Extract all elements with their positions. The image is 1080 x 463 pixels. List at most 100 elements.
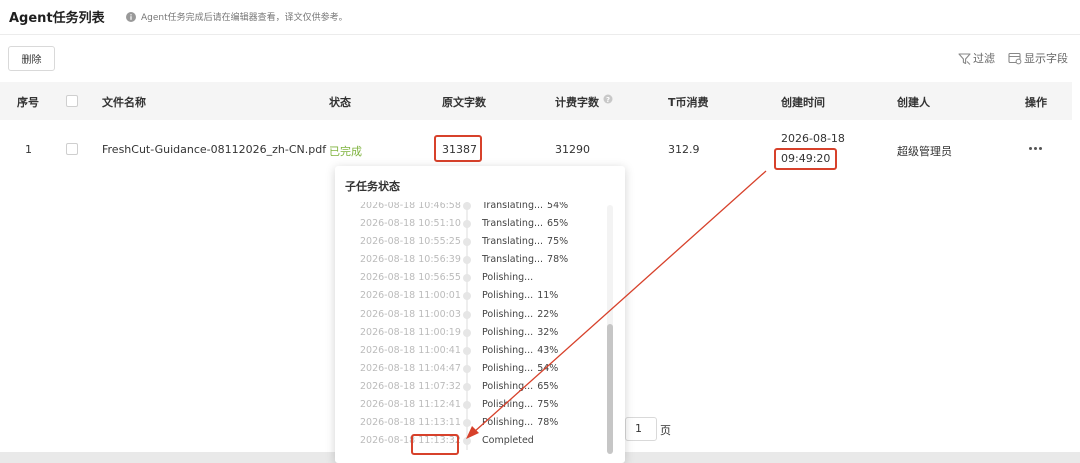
log-entry: 2026-08-18 11:04:47 Polishing... 54% [335,359,610,378]
log-status: Polishing... 78% [482,417,558,428]
header-note-text: Agent任务完成后请在编辑器查看，译文仅供参考。 [141,13,348,23]
log-status-label: Polishing... [482,417,534,429]
more-actions-icon[interactable] [1029,147,1042,150]
log-status-label: Translating... [482,254,544,266]
log-percent: 78% [547,254,569,266]
row-creator: 超级管理员 [897,145,952,158]
log-status-label: Polishing... [482,362,534,374]
log-status: Polishing... [482,272,537,283]
log-status: Completed [482,435,538,446]
log-status: Polishing... 11% [482,290,558,301]
log-time: 2026-08-18 11:00:19 [360,326,461,338]
column-created-time[interactable]: 创建时间 [781,94,825,110]
log-status-label: Polishing... [482,326,534,338]
log-status: Translating... 65% [482,218,568,229]
subtask-status-popover: 子任务状态 2026-08-18 10:46:58 Translating... 5… [335,166,625,463]
log-time: 2026-08-18 10:56:39 [360,254,461,266]
row-billed-chars: 31290 [555,143,590,156]
log-entry: 2026-08-18 11:13:11 Polishing... 78% [335,414,610,433]
log-status-label: Polishing... [482,272,534,284]
timeline-dot [463,382,471,391]
row-file-name[interactable]: FreshCut-Guidance-08112026_zh-CN.pdf [102,143,326,156]
row-checkbox[interactable] [66,143,78,155]
page-header: Agent任务列表 Agent任务完成后请在编辑器查看，译文仅供参考。 [0,0,1080,34]
column-source-chars[interactable]: 原文字数 [442,94,486,110]
log-time: 2026-08-18 10:46:58 [360,202,461,211]
timeline-dot [463,364,471,373]
log-percent: 32% [537,326,559,338]
column-status[interactable]: 状态 [329,94,351,110]
timeline-dot [463,401,471,410]
log-status: Polishing... 43% [482,345,558,356]
log-entry: 2026-08-18 10:51:10 Translating... 65% [335,215,610,234]
column-creator[interactable]: 创建人 [897,94,930,110]
timeline-dot [463,346,471,355]
show-fields-button[interactable]: 显示字段 [1008,50,1068,66]
log-status-label: Polishing... [482,380,534,392]
log-status-label: Polishing... [482,344,534,356]
log-time: 2026-08-18 11:00:03 [360,308,461,320]
log-percent: 75% [547,236,569,248]
log-entry: 2026-08-18 10:56:39 Translating... 78% [335,251,610,270]
popover-scroll-thumb[interactable] [607,324,613,454]
select-all-checkbox[interactable] [66,95,78,107]
highlight-created-time [774,148,837,170]
row-t-coin: 312.9 [668,143,700,156]
log-percent: 54% [547,202,569,211]
column-index[interactable]: 序号 [17,94,39,110]
page-number-input[interactable]: 1 [625,417,657,441]
log-time: 2026-08-18 10:55:25 [360,236,461,248]
timeline-dot [463,274,471,283]
column-t-coin[interactable]: T币消费 [668,94,709,110]
log-entry: 2026-08-18 10:55:25 Translating... 75% [335,233,610,252]
log-percent: 11% [537,290,559,302]
log-percent: 54% [537,362,559,374]
svg-text:?: ? [606,96,610,104]
log-time: 2026-08-18 11:13:11 [360,417,461,429]
log-status-label: Translating... [482,218,544,230]
page-title: Agent任务列表 [9,11,105,26]
row-status: 已完成 [329,145,362,158]
info-icon [126,11,136,22]
log-status: Translating... 75% [482,236,568,247]
header-divider [0,34,1080,35]
column-billed-chars[interactable]: 计费字数 ? [555,94,613,110]
log-time: 2026-08-18 10:56:55 [360,272,461,284]
column-file-name[interactable]: 文件名称 [102,94,146,110]
log-entry: 2026-08-18 11:00:01 Polishing... 11% [335,287,610,306]
log-time: 2026-08-18 11:12:41 [360,399,461,411]
table-header: 序号 文件名称 状态 原文字数 计费字数 ? T币消费 创建时间 创建人 操作 [0,82,1072,120]
column-actions: 操作 [1025,96,1047,109]
log-status: Translating... 78% [482,254,568,265]
columns-icon [1008,52,1022,64]
log-percent: 65% [547,218,569,230]
page-suffix: 页 [660,424,671,437]
log-percent: 78% [537,417,559,429]
timeline-dot [463,202,471,210]
log-status-label: Polishing... [482,290,534,302]
highlight-source-chars [434,135,482,162]
log-status: Polishing... 65% [482,381,558,392]
log-entry: 2026-08-18 11:00:41 Polishing... 43% [335,341,610,360]
filter-label: 过滤 [973,52,995,65]
log-entry: 2026-08-18 11:13:32 Completed [335,432,610,451]
log-time: 2026-08-18 11:00:01 [360,290,461,302]
log-entry: 2026-08-18 11:00:19 Polishing... 32% [335,323,610,342]
filter-icon [958,52,971,65]
show-fields-label: 显示字段 [1024,52,1068,65]
highlight-completed-time [411,434,459,455]
log-status-label: Translating... [482,202,544,211]
help-icon[interactable]: ? [603,94,613,104]
log-time: 2026-08-18 11:00:41 [360,344,461,356]
filter-button[interactable]: 过滤 [958,50,995,66]
timeline-dot [463,220,471,229]
log-entry: 2026-08-18 10:46:58 Translating... 54% [335,202,610,216]
log-viewport[interactable]: 2026-08-18 10:46:58 Translating... 54% 2026… [335,202,625,463]
delete-button[interactable]: 删除 [8,46,55,71]
log-percent: 75% [537,399,559,411]
timeline-dot [463,292,471,301]
log-status: Translating... 54% [482,202,568,211]
log-status: Polishing... 22% [482,309,558,320]
log-status-label: Polishing... [482,308,534,320]
row-index: 1 [25,143,32,156]
